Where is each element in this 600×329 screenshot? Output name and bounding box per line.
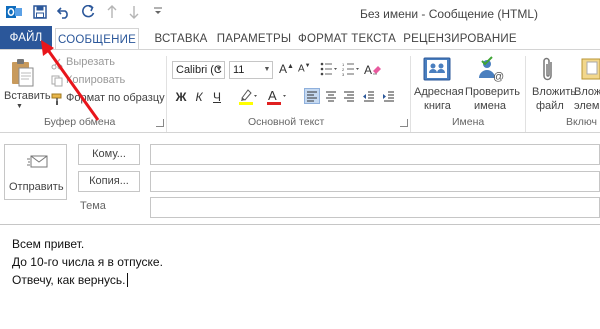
customize-dropdown-icon[interactable] — [150, 4, 166, 20]
subject-field[interactable] — [150, 197, 600, 218]
copy-button[interactable]: Копировать — [66, 74, 125, 86]
address-book-line2[interactable]: книга — [424, 100, 451, 112]
send-label: Отправить — [9, 181, 64, 193]
italic-button[interactable]: К — [192, 88, 206, 106]
svg-text:A: A — [364, 63, 372, 77]
font-name-combo[interactable]: Calibri (С ▼ — [172, 61, 225, 79]
outlook-message-window: Без имени - Сообщение (HTML) ФАЙЛ СООБЩЕ… — [0, 0, 600, 329]
underline-button[interactable]: Ч — [210, 88, 224, 106]
chevron-down-icon: ▼ — [263, 66, 271, 73]
font-size-value: 11 — [233, 64, 245, 76]
address-book-line1[interactable]: Адресная — [414, 86, 464, 98]
tab-format-text[interactable]: ФОРМАТ ТЕКСТА — [298, 28, 396, 50]
attach-file-line1[interactable]: Вложить — [532, 86, 576, 98]
cut-icon — [51, 57, 63, 75]
send-envelope-icon — [27, 153, 49, 174]
address-book-icon[interactable] — [422, 56, 452, 87]
arrow-up-icon[interactable] — [104, 4, 120, 20]
ribbon: Вставить ▼ Вырезать Копировать Формат по… — [0, 49, 600, 133]
tab-message[interactable]: СООБЩЕНИЕ — [55, 28, 139, 50]
window-title: Без имени - Сообщение (HTML) — [360, 7, 539, 21]
subject-label: Тема — [80, 200, 106, 212]
font-color-icon[interactable]: A — [266, 88, 288, 111]
clipboard-group-label: Буфер обмена — [44, 116, 116, 128]
clear-formatting-icon[interactable]: A — [364, 62, 382, 82]
send-button[interactable]: Отправить — [4, 144, 67, 200]
paperclip-icon[interactable] — [540, 56, 556, 89]
font-size-combo[interactable]: 11 ▼ — [229, 61, 273, 79]
basic-text-launcher-icon[interactable] — [400, 119, 408, 127]
bold-button[interactable]: Ж — [174, 88, 188, 106]
tab-file[interactable]: ФАЙЛ — [0, 26, 52, 50]
message-body[interactable]: Всем привет. До 10-го числа я в отпуске.… — [0, 224, 600, 329]
svg-text:3: 3 — [342, 72, 345, 76]
align-left-icon[interactable] — [304, 88, 320, 104]
grow-font-icon[interactable]: A▲ — [279, 62, 294, 76]
format-painter-icon — [51, 92, 64, 110]
paste-button[interactable]: Вставить — [4, 90, 51, 102]
copy-icon — [51, 74, 63, 92]
group-divider — [410, 56, 411, 132]
align-right-icon[interactable] — [342, 89, 356, 108]
check-names-line1[interactable]: Проверить — [465, 86, 520, 98]
decrease-indent-icon[interactable] — [362, 89, 376, 108]
to-field[interactable] — [150, 144, 600, 165]
numbering-icon[interactable]: 123 — [342, 62, 360, 81]
format-painter-button[interactable]: Формат по образцу — [66, 92, 165, 104]
paste-dropdown-icon[interactable]: ▼ — [16, 103, 23, 110]
chevron-down-icon: ▼ — [215, 66, 223, 73]
cut-button[interactable]: Вырезать — [66, 56, 115, 68]
check-names-icon[interactable]: @ — [476, 56, 506, 87]
tab-review[interactable]: РЕЦЕНЗИРОВАНИЕ — [403, 28, 516, 50]
increase-indent-icon[interactable] — [382, 89, 396, 108]
body-line: До 10-го числа я в отпуске. — [12, 255, 163, 269]
to-button[interactable]: Кому... — [78, 144, 140, 165]
attach-item-line2[interactable]: элеме — [574, 100, 600, 112]
paste-icon[interactable] — [10, 58, 34, 93]
attach-item-icon[interactable] — [580, 56, 600, 87]
group-divider — [166, 56, 167, 132]
bullets-icon[interactable] — [320, 62, 338, 81]
outlook-logo-icon — [6, 4, 22, 20]
shrink-font-icon[interactable]: A▼ — [298, 63, 311, 74]
redo-icon[interactable] — [80, 4, 96, 20]
body-line: Всем привет. — [12, 237, 85, 251]
tab-insert[interactable]: ВСТАВКА — [150, 28, 212, 50]
undo-icon[interactable] — [56, 4, 72, 20]
highlight-color-icon[interactable] — [238, 88, 258, 111]
svg-text:@: @ — [493, 71, 504, 82]
attach-item-line1[interactable]: Влож — [574, 86, 600, 98]
include-group-label: Включ — [566, 116, 597, 128]
cc-field[interactable] — [150, 171, 600, 192]
names-group-label: Имена — [452, 116, 485, 128]
check-names-line2[interactable]: имена — [474, 100, 506, 112]
align-center-icon[interactable] — [324, 89, 338, 108]
group-divider — [525, 56, 526, 132]
ribbon-tabs: ФАЙЛ СООБЩЕНИЕ ВСТАВКА ПАРАМЕТРЫ ФОРМАТ … — [0, 26, 600, 50]
svg-text:A: A — [268, 88, 277, 103]
attach-file-line2[interactable]: файл — [536, 100, 564, 112]
tab-options[interactable]: ПАРАМЕТРЫ — [217, 28, 291, 50]
body-line: Отвечу, как вернусь. — [12, 273, 128, 287]
clipboard-launcher-icon[interactable] — [156, 119, 164, 127]
basic-text-group-label: Основной текст — [248, 116, 325, 128]
cc-button[interactable]: Копия... — [78, 171, 140, 192]
arrow-down-icon[interactable] — [126, 4, 142, 20]
title-bar: Без имени - Сообщение (HTML) — [0, 0, 600, 26]
save-icon[interactable] — [32, 4, 48, 20]
compose-area: Отправить Кому... Копия... Тема Всем при… — [0, 134, 600, 329]
